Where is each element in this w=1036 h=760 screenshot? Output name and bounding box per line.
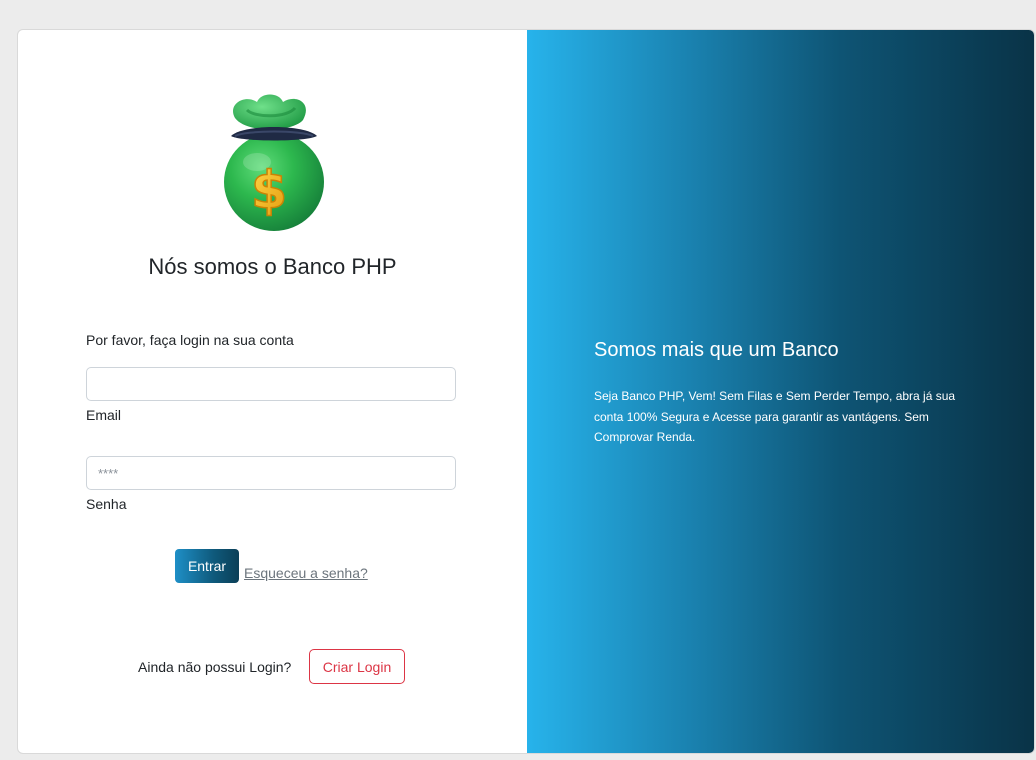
email-label: Email [86, 407, 122, 423]
login-card: $ Nós somos o Banco PHP Por favor, faça … [17, 29, 1035, 754]
signup-prompt: Ainda não possui Login? [138, 659, 292, 675]
forgot-password-link[interactable]: Esqueceu a senha? [244, 565, 368, 581]
money-bag-icon: $ [224, 94, 324, 231]
password-label: Senha [86, 496, 127, 512]
page-title: Nós somos o Banco PHP [148, 254, 397, 279]
promo-text: Seja Banco PHP, Vem! Sem Filas e Sem Per… [594, 389, 956, 444]
promo-panel: Somos mais que um Banco Seja Banco PHP, … [527, 30, 1034, 753]
promo-title: Somos mais que um Banco [594, 339, 839, 361]
login-button[interactable]: Entrar [175, 549, 239, 583]
email-input[interactable] [86, 367, 456, 401]
password-input[interactable] [86, 456, 456, 490]
login-prompt: Por favor, faça login na sua conta [86, 332, 294, 348]
svg-text:$: $ [251, 161, 287, 221]
create-login-button[interactable]: Criar Login [309, 649, 405, 684]
login-panel: $ Nós somos o Banco PHP Por favor, faça … [18, 30, 527, 753]
